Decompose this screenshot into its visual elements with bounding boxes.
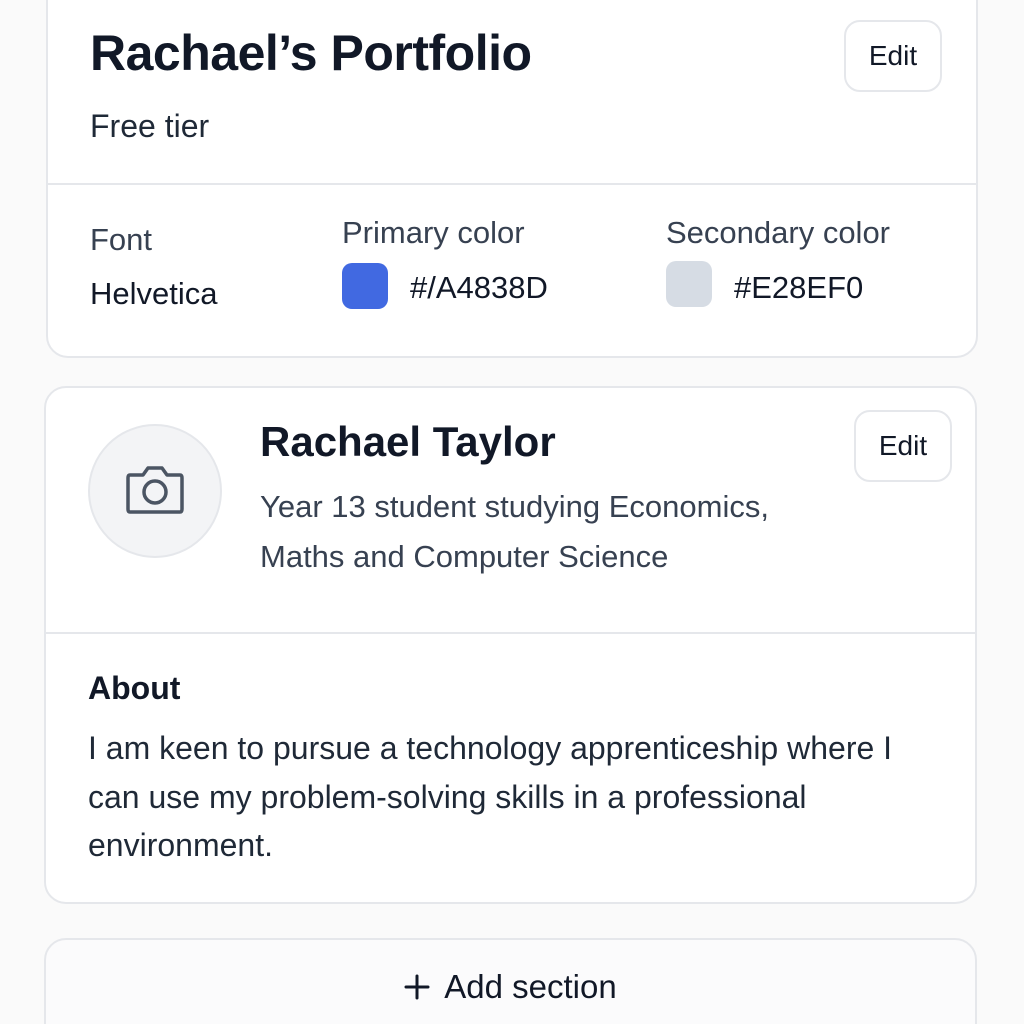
font-label: Font <box>90 222 153 257</box>
plus-icon <box>404 974 430 1000</box>
primary-color-swatch[interactable] <box>342 263 388 309</box>
secondary-color-swatch[interactable] <box>666 261 712 307</box>
primary-color-value: #/A4838D <box>410 270 548 305</box>
secondary-color-value: #E28EF0 <box>734 270 864 305</box>
profile-divider <box>46 632 975 634</box>
edit-profile-button[interactable]: Edit <box>854 410 952 482</box>
plan-tier: Free tier <box>90 108 210 144</box>
profile-card: Rachael Taylor Year 13 student studying … <box>44 386 977 904</box>
portfolio-divider <box>48 183 976 185</box>
about-text: I am keen to pursue a technology apprent… <box>88 730 893 863</box>
secondary-color-label: Secondary color <box>666 215 891 250</box>
primary-color-label: Primary color <box>342 215 525 250</box>
about-heading: About <box>88 670 181 706</box>
portfolio-card: Rachael’s Portfolio Free tier Edit Font … <box>46 0 978 358</box>
add-section-button[interactable]: Add section <box>44 938 977 1024</box>
portfolio-title: Rachael’s Portfolio <box>90 25 532 81</box>
add-section-content: Add section <box>404 968 617 1006</box>
avatar-upload[interactable] <box>88 424 222 558</box>
profile-name: Rachael Taylor <box>260 418 556 465</box>
camera-icon <box>124 461 186 522</box>
edit-portfolio-button[interactable]: Edit <box>844 20 942 92</box>
font-value: Helvetica <box>90 276 218 311</box>
add-section-label: Add section <box>444 968 617 1005</box>
profile-bio: Year 13 student studying Economics, Math… <box>260 489 769 574</box>
portfolio-page: Rachael’s Portfolio Free tier Edit Font … <box>0 0 1024 1024</box>
